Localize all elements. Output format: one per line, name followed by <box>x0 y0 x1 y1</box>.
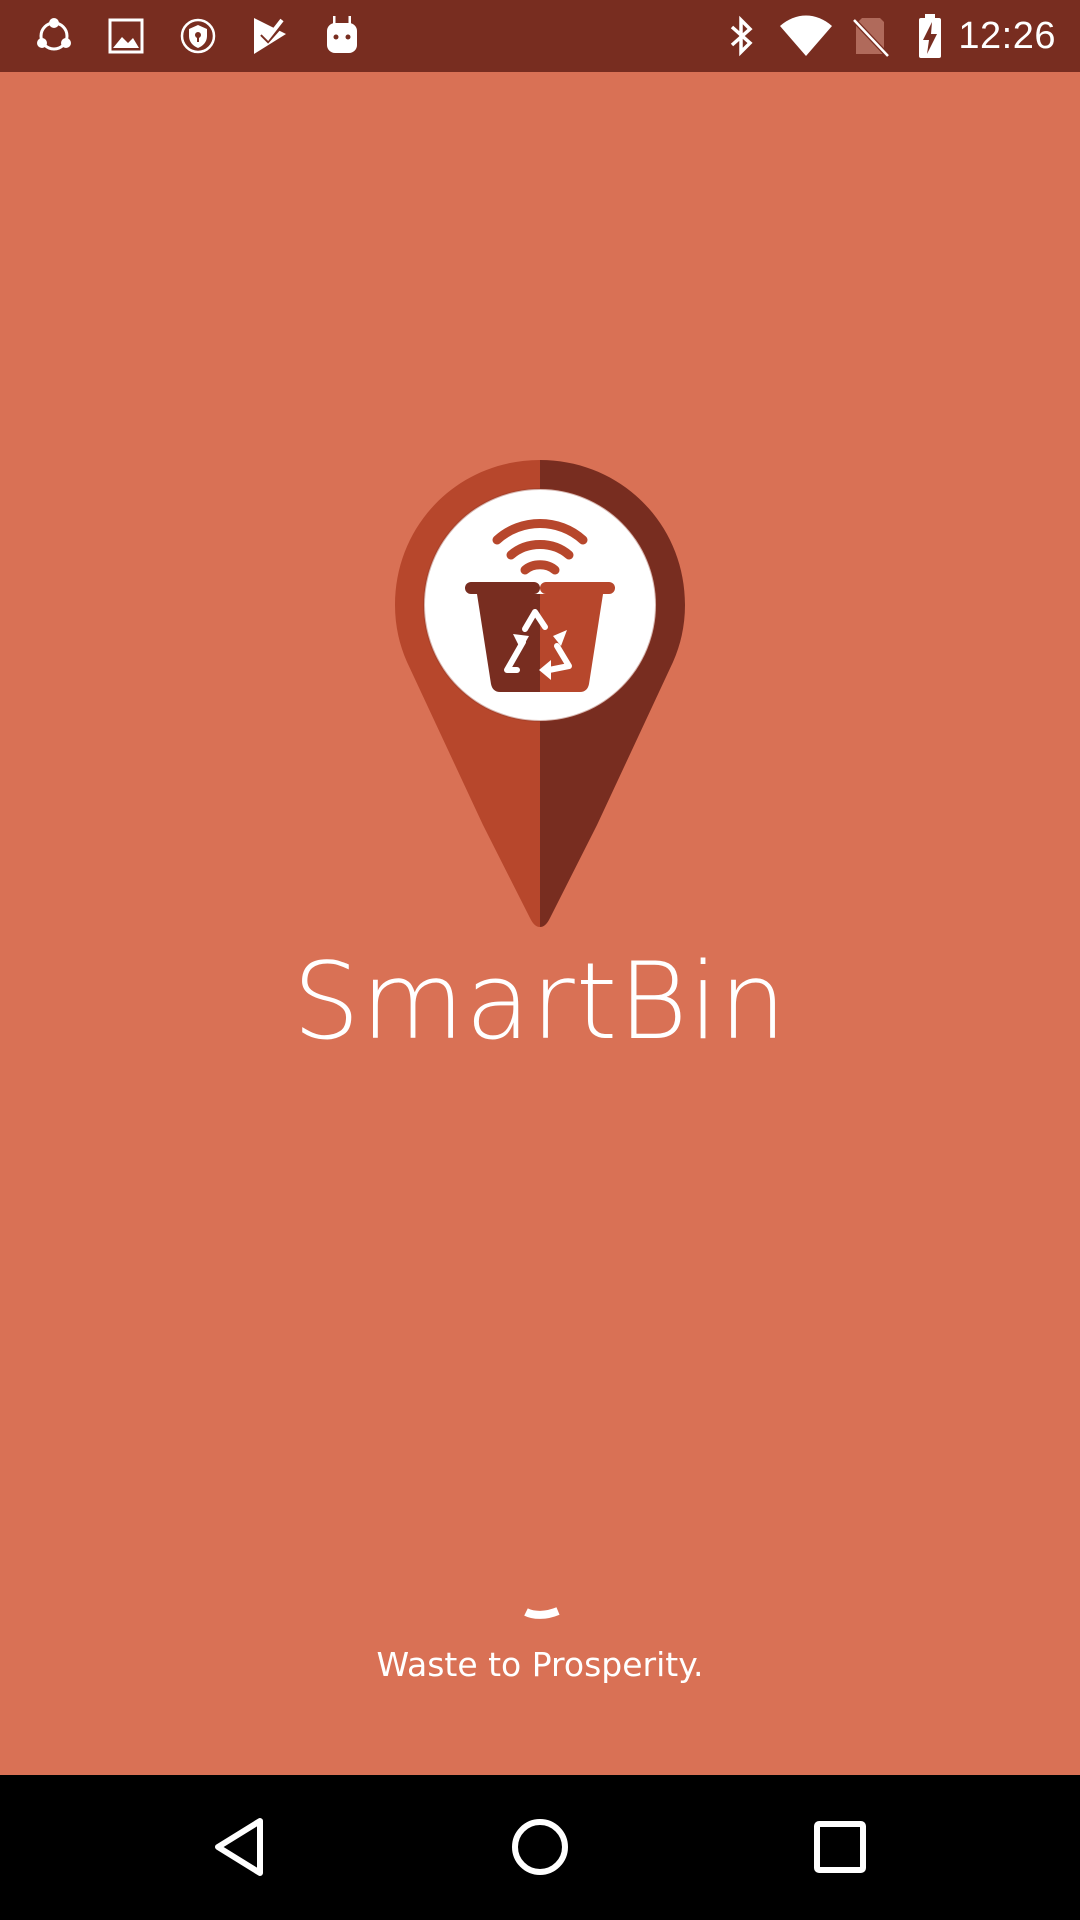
navigation-bar <box>0 1775 1080 1920</box>
android-robot-icon <box>318 12 366 60</box>
status-bar: 12:26 <box>0 0 1080 72</box>
home-icon[interactable] <box>498 1805 582 1889</box>
smart-bin-location-pin-icon <box>395 460 685 995</box>
status-time: 12:26 <box>958 15 1056 57</box>
share-hub-icon <box>30 12 78 60</box>
back-icon[interactable] <box>198 1805 282 1889</box>
recents-icon[interactable] <box>798 1805 882 1889</box>
app-title: SmartBin <box>292 940 788 1063</box>
wifi-icon <box>778 12 834 60</box>
security-shield-icon <box>174 12 222 60</box>
tagline: Waste to Prosperity. <box>376 1645 704 1684</box>
gallery-icon <box>102 12 150 60</box>
bluetooth-icon <box>718 12 766 60</box>
task-check-icon <box>246 12 294 60</box>
battery-charging-icon <box>906 12 954 60</box>
no-sim-icon <box>846 12 894 60</box>
splash-screen: 12:26 SmartBin Waste to Prosperity. <box>0 0 1080 1920</box>
splash-content: SmartBin Waste to Prosperity. <box>0 72 1080 1775</box>
